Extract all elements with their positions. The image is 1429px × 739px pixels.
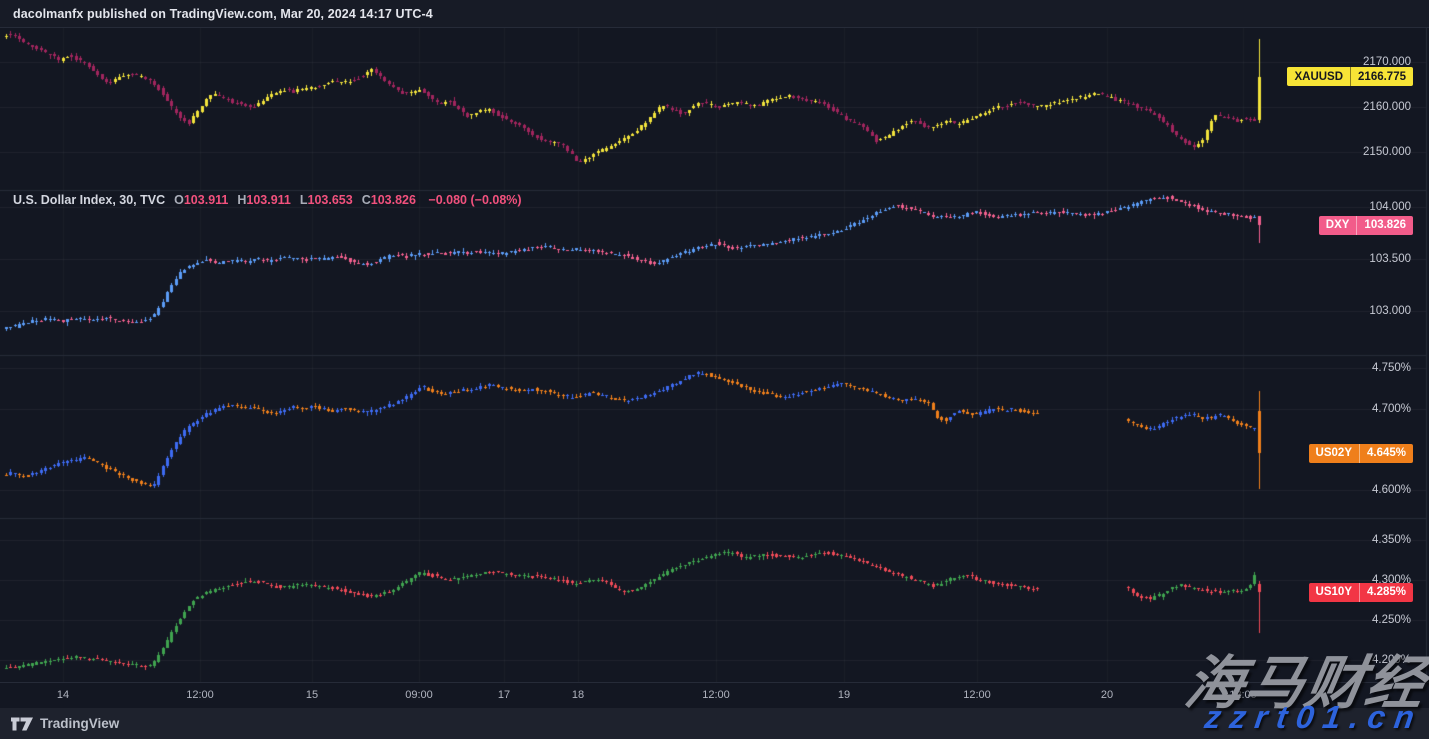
price-badge-xauusd[interactable]: XAUUSD2166.775 [1287,67,1413,86]
legend-ohlc-key: C [362,193,371,207]
badge-last-price: 2166.775 [1350,67,1413,86]
time-axis-tick[interactable]: 09:00 [405,689,433,701]
price-badge-us10y[interactable]: US10Y4.285% [1309,583,1413,602]
time-axis-tick[interactable]: 18 [572,689,584,701]
publish-header: dacolmanfx published on TradingView.com,… [0,0,1429,28]
tradingview-logo-icon[interactable] [11,717,33,731]
legend-ohlc-value: 103.653 [308,193,353,207]
legend-ohlc-value: 103.911 [184,193,229,207]
price-axis-label: 4.750% [1372,361,1411,375]
time-axis-tick[interactable]: 15 [306,689,318,701]
badge-last-price: 103.826 [1356,216,1413,235]
legend-ohlc-value: 103.911 [246,193,291,207]
price-badge-dxy[interactable]: DXY103.826 [1319,216,1413,235]
price-axis-label: 103.000 [1369,304,1411,318]
legend-ohlc-value: 103.826 [371,193,416,207]
time-axis-tick[interactable]: 12:00 [186,689,214,701]
time-axis-tick[interactable]: 19 [838,689,850,701]
footer-brand[interactable]: TradingView [40,716,119,731]
price-axis-label: 103.500 [1369,252,1411,266]
price-axis-label: 104.000 [1369,200,1411,214]
badge-last-price: 4.645% [1359,444,1413,463]
badge-symbol: US02Y [1309,444,1359,463]
time-axis-tick[interactable]: 12:00 [702,689,730,701]
price-axis-label: 4.700% [1372,402,1411,416]
tradingview-published-chart: dacolmanfx published on TradingView.com,… [0,0,1429,739]
price-axis-label: 4.600% [1372,483,1411,497]
time-axis-tick[interactable]: 12:00 [963,689,991,701]
price-badge-us02y[interactable]: US02Y4.645% [1309,444,1413,463]
price-axis-label: 4.250% [1372,613,1411,627]
time-axis-tick[interactable]: 20 [1101,689,1113,701]
legend-title[interactable]: U.S. Dollar Index, 30, TVC [13,193,165,207]
price-axis-label: 4.350% [1372,533,1411,547]
time-axis-tick[interactable]: 17 [498,689,510,701]
watermark-url: zzrt01.cn [1205,699,1423,736]
symbol-legend[interactable]: U.S. Dollar Index, 30, TVCO103.911H103.9… [13,193,522,207]
badge-last-price: 4.285% [1359,583,1413,602]
candlestick-canvas[interactable] [0,0,1429,739]
badge-symbol: US10Y [1309,583,1359,602]
legend-ohlc-values: O103.911H103.911L103.653C103.826 [165,193,416,207]
badge-symbol: XAUUSD [1287,67,1350,86]
published-line: dacolmanfx published on TradingView.com,… [13,7,433,21]
legend-ohlc-key: O [174,193,184,207]
badge-symbol: DXY [1319,216,1357,235]
legend-change: −0.080 (−0.08%) [428,193,521,207]
legend-ohlc-key: L [300,193,308,207]
price-axis-label: 2150.000 [1363,145,1411,159]
time-axis-tick[interactable]: 14 [57,689,69,701]
price-axis-label: 2160.000 [1363,100,1411,114]
